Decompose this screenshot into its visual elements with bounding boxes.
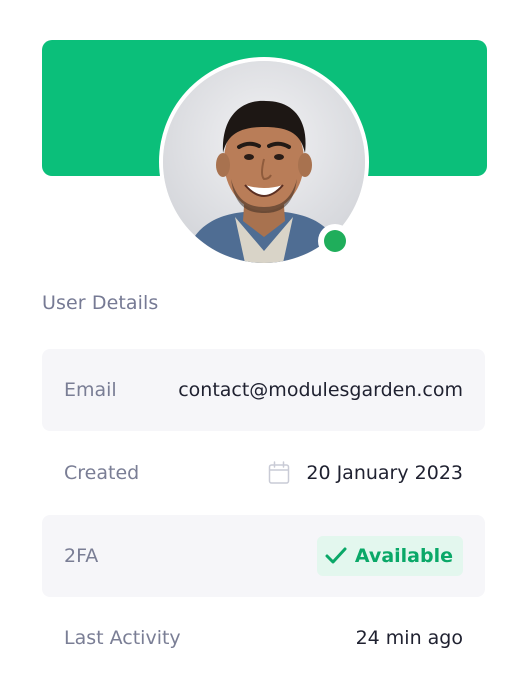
twofa-label: 2FA bbox=[64, 545, 99, 567]
twofa-status-badge: Available bbox=[316, 536, 463, 576]
detail-row-last-activity: Last Activity 24 min ago bbox=[42, 597, 485, 679]
detail-row-email: Email contact@modulesgarden.com bbox=[42, 349, 485, 431]
created-label: Created bbox=[64, 462, 140, 484]
section-title: User Details bbox=[42, 292, 159, 314]
online-status-indicator bbox=[318, 224, 352, 258]
last-activity-label: Last Activity bbox=[64, 627, 181, 649]
calendar-icon bbox=[269, 461, 290, 484]
user-profile-card: User Details Email contact@modulesgarden… bbox=[0, 0, 526, 700]
check-icon bbox=[325, 547, 347, 564]
email-value[interactable]: contact@modulesgarden.com bbox=[178, 379, 463, 401]
email-label: Email bbox=[64, 379, 117, 401]
detail-row-created: Created 20 January 2023 bbox=[42, 432, 485, 514]
created-value-wrap: 20 January 2023 bbox=[268, 461, 463, 485]
created-value: 20 January 2023 bbox=[306, 462, 463, 484]
detail-row-2fa: 2FA Available bbox=[42, 515, 485, 597]
twofa-value: Available bbox=[354, 545, 453, 567]
last-activity-value: 24 min ago bbox=[355, 627, 463, 649]
